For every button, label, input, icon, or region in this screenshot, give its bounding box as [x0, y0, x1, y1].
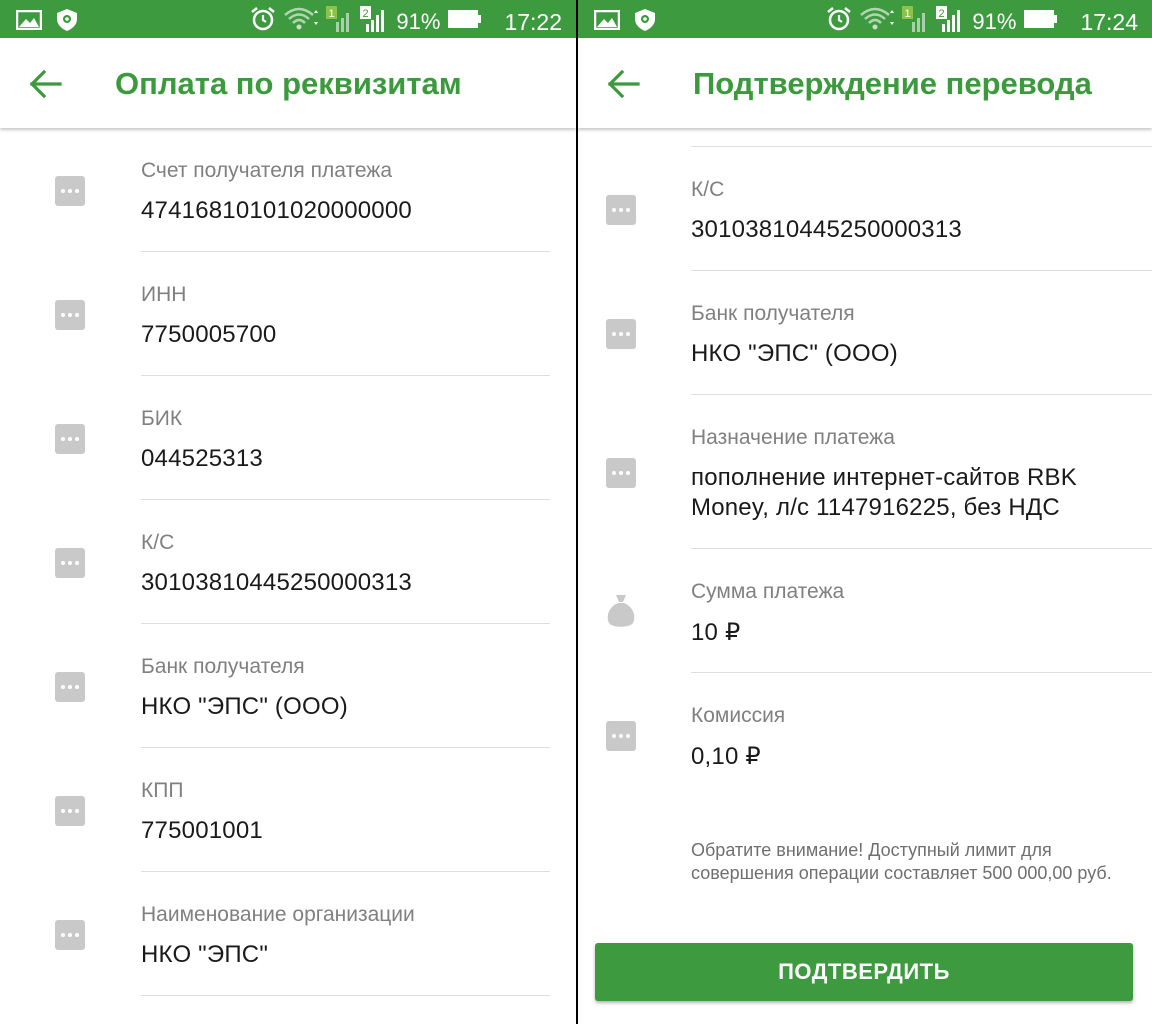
battery-icon: [448, 9, 482, 35]
more-dots-icon: [55, 796, 85, 826]
money-bag-icon: [606, 593, 636, 627]
field-label: Назначение платежа: [691, 426, 895, 449]
transfer-confirmation-screen: 1 2 91% 17:24 Подтверждение перевода К/С…: [578, 0, 1152, 1024]
sim2-signal-icon: 2: [360, 6, 388, 38]
page-title: Подтверждение перевода: [693, 66, 1092, 101]
field-value-line2: Money, л/с 1147916225, без НДС: [691, 494, 1060, 521]
alarm-icon: [250, 6, 276, 38]
field-label: Комиссия: [691, 704, 786, 727]
field-label: К/С: [141, 531, 175, 554]
field-label: Сумма платежа: [691, 580, 845, 603]
back-arrow-icon[interactable]: [606, 66, 642, 102]
field-value: 0,10 ₽: [691, 743, 761, 770]
more-dots-icon: [606, 195, 636, 225]
more-dots-icon: [55, 176, 85, 206]
gallery-icon: [15, 9, 43, 35]
field-value: 775001001: [141, 817, 263, 844]
shield-eye-icon: [634, 8, 656, 37]
field-value: НКО "ЭПС" (ООО): [141, 693, 348, 720]
gallery-icon: [593, 9, 621, 35]
sim1-signal-icon: 1: [326, 6, 352, 38]
field-label: БИК: [141, 407, 183, 430]
status-bar: 1 2 91% 17:24: [578, 0, 1152, 38]
field-value: 7750005700: [141, 321, 277, 348]
field-inn[interactable]: ИНН 7750005700: [0, 252, 576, 376]
field-label: К/С: [691, 178, 725, 201]
field-label: ИНН: [141, 283, 187, 306]
limit-notice: Обратите внимание! Доступный лимит для с…: [691, 840, 1112, 883]
shield-eye-icon: [56, 8, 78, 37]
split-screenshot: 1 2 91% 17:22 Оплата по реквизитам Счет …: [0, 0, 1152, 1024]
clock-time: 17:22: [504, 8, 562, 35]
field-label: Наименование организации: [141, 903, 415, 926]
field-value: 30103810445250000313: [691, 216, 962, 243]
field-label: Счет получателя платежа: [141, 159, 393, 182]
battery-percent: 91%: [396, 9, 441, 34]
field-recipient-bank[interactable]: Банк получателя НКО "ЭПС" (ООО): [0, 624, 576, 748]
field-value: 044525313: [141, 445, 263, 472]
more-dots-icon: [606, 319, 636, 349]
field-organization-name[interactable]: Наименование организации НКО "ЭПС": [0, 872, 576, 996]
field-value: НКО "ЭПС": [141, 941, 269, 968]
field-payment-amount[interactable]: Сумма платежа 10 ₽: [578, 549, 1152, 673]
field-value: НКО "ЭПС" (ООО): [691, 340, 898, 367]
clock-time: 17:24: [1080, 8, 1138, 35]
svg-text:2: 2: [363, 8, 369, 20]
svg-text:1: 1: [329, 8, 335, 20]
svg-text:2: 2: [939, 8, 945, 20]
wifi-icon: [284, 7, 319, 37]
app-bar: Оплата по реквизитам: [0, 38, 576, 128]
more-dots-icon: [55, 424, 85, 454]
sim2-signal-icon: 2: [936, 6, 964, 38]
back-arrow-icon[interactable]: [28, 66, 64, 102]
more-dots-icon: [55, 300, 85, 330]
wifi-icon: [860, 7, 895, 37]
field-corr-account[interactable]: К/С 30103810445250000313: [0, 500, 576, 624]
field-label: Банк получателя: [141, 655, 305, 678]
app-bar: Подтверждение перевода: [578, 38, 1152, 128]
more-dots-icon: [606, 458, 636, 488]
page-title: Оплата по реквизитам: [115, 66, 462, 101]
field-value: 47416810101020000000: [141, 197, 412, 224]
svg-text:1: 1: [905, 8, 911, 20]
field-corr-account[interactable]: К/С 30103810445250000313: [578, 147, 1152, 271]
battery-percent: 91%: [972, 9, 1017, 34]
divider: [141, 995, 550, 996]
payment-details-screen: 1 2 91% 17:22 Оплата по реквизитам Счет …: [0, 0, 576, 1024]
confirm-button[interactable]: ПОДТВЕРДИТЬ: [595, 943, 1133, 1001]
field-recipient-bank[interactable]: Банк получателя НКО "ЭПС" (ООО): [578, 271, 1152, 395]
sim1-signal-icon: 1: [902, 6, 928, 38]
field-label: Банк получателя: [691, 302, 855, 325]
field-bik[interactable]: БИК 044525313: [0, 376, 576, 500]
field-value: 10 ₽: [691, 619, 741, 646]
fields-list[interactable]: Счет получателя платежа 4741681010102000…: [0, 128, 576, 1024]
field-commission[interactable]: Комиссия 0,10 ₽: [578, 673, 1152, 797]
field-account-number[interactable]: Счет получателя платежа 4741681010102000…: [0, 128, 576, 252]
field-value: 30103810445250000313: [141, 569, 412, 596]
status-bar: 1 2 91% 17:22: [0, 0, 576, 38]
alarm-icon: [826, 6, 852, 38]
more-dots-icon: [55, 672, 85, 702]
battery-icon: [1024, 9, 1058, 35]
field-value-line1: пополнение интернет-сайтов RBK: [691, 464, 1077, 491]
more-dots-icon: [606, 721, 636, 751]
field-payment-purpose[interactable]: Назначение платежа пополнение интернет-с…: [578, 395, 1152, 549]
confirmation-list[interactable]: К/С 30103810445250000313 Банк получателя…: [578, 128, 1152, 1024]
more-dots-icon: [55, 548, 85, 578]
more-dots-icon: [55, 920, 85, 950]
field-kpp[interactable]: КПП 775001001: [0, 748, 576, 872]
field-label: КПП: [141, 779, 184, 802]
